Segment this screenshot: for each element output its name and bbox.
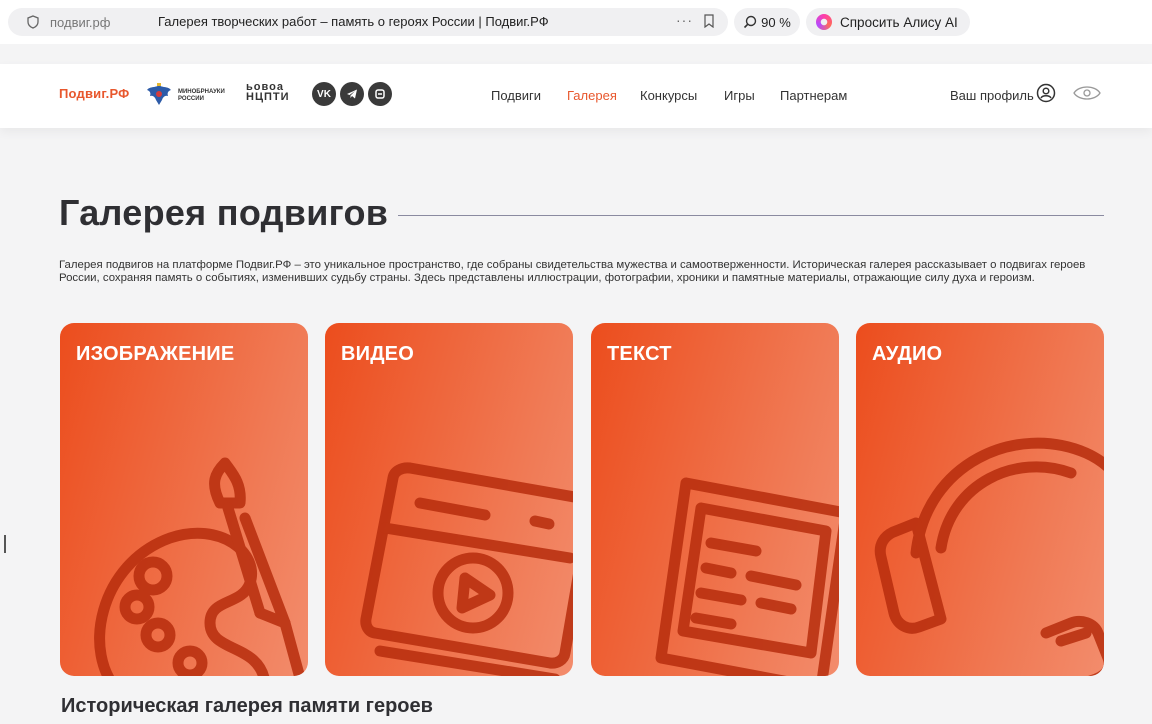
ministry-logo: МИНОБРНАУКИ РОССИИ bbox=[178, 89, 225, 102]
card-audio-label: АУДИО bbox=[872, 343, 943, 365]
card-image[interactable]: ИЗОБРАЖЕНИЕ bbox=[60, 323, 308, 676]
nav-games[interactable]: Игры bbox=[724, 88, 755, 103]
alice-icon bbox=[816, 14, 832, 30]
zoom-level: 90 % bbox=[761, 14, 791, 30]
card-image-label: ИЗОБРАЖЕНИЕ bbox=[76, 343, 235, 365]
card-video-label: ВИДЕО bbox=[341, 343, 414, 365]
nav-contests[interactable]: Конкурсы bbox=[640, 88, 697, 103]
address-bar[interactable]: подвиг.рф Галерея творческих работ – пам… bbox=[8, 8, 728, 36]
vk-icon[interactable]: VK bbox=[312, 82, 336, 106]
headphones-icon bbox=[874, 437, 1104, 676]
video-player-icon bbox=[360, 462, 573, 676]
ok-icon[interactable] bbox=[368, 82, 392, 106]
eagle-emblem-icon bbox=[147, 83, 171, 105]
address-domain: подвиг.рф bbox=[50, 14, 111, 30]
section-title: Историческая галерея памяти героев bbox=[61, 695, 433, 717]
nav-gallery[interactable]: Галерея bbox=[567, 88, 617, 103]
more-icon[interactable]: ··· bbox=[676, 12, 693, 28]
ask-alice-label: Спросить Алису AI bbox=[840, 14, 958, 30]
palette-icon bbox=[94, 457, 306, 676]
card-text-label: ТЕКСТ bbox=[607, 343, 672, 365]
nav-partners[interactable]: Партнерам bbox=[780, 88, 847, 103]
scroll-handle[interactable] bbox=[4, 535, 6, 553]
title-divider bbox=[398, 215, 1104, 216]
page-title: Галерея подвигов bbox=[59, 192, 389, 233]
user-icon[interactable] bbox=[1036, 83, 1056, 103]
document-icon bbox=[655, 477, 839, 676]
tab-title: Галерея творческих работ – память о геро… bbox=[158, 14, 549, 29]
card-video[interactable]: ВИДЕО bbox=[325, 323, 573, 676]
telegram-icon[interactable] bbox=[340, 82, 364, 106]
card-text[interactable]: ТЕКСТ bbox=[591, 323, 839, 676]
ok-square-icon bbox=[375, 89, 385, 99]
card-audio[interactable]: АУДИО bbox=[856, 323, 1104, 676]
site-logo[interactable]: Подвиг.РФ bbox=[59, 86, 129, 101]
partner-logo: ьовоа НЦПТИ bbox=[246, 81, 290, 103]
intro-text: Галерея подвигов на платформе Подвиг.РФ … bbox=[59, 259, 1086, 284]
eye-icon[interactable] bbox=[1072, 84, 1102, 102]
browser-toolbar: подвиг.рф Галерея творческих работ – пам… bbox=[0, 0, 1152, 44]
bookmark-icon[interactable] bbox=[703, 14, 715, 28]
nav-podvigi[interactable]: Подвиги bbox=[491, 88, 541, 103]
site-header: Подвиг.РФ МИНОБРНАУКИ РОССИИ ьовоа НЦПТИ… bbox=[0, 64, 1152, 128]
ask-alice-button[interactable]: Спросить Алису AI bbox=[806, 8, 970, 36]
zoom-icon bbox=[744, 15, 757, 29]
telegram-plane-icon bbox=[347, 89, 357, 99]
shield-icon bbox=[27, 15, 39, 29]
profile-link[interactable]: Ваш профиль bbox=[950, 88, 1034, 103]
zoom-indicator[interactable]: 90 % bbox=[734, 8, 800, 36]
